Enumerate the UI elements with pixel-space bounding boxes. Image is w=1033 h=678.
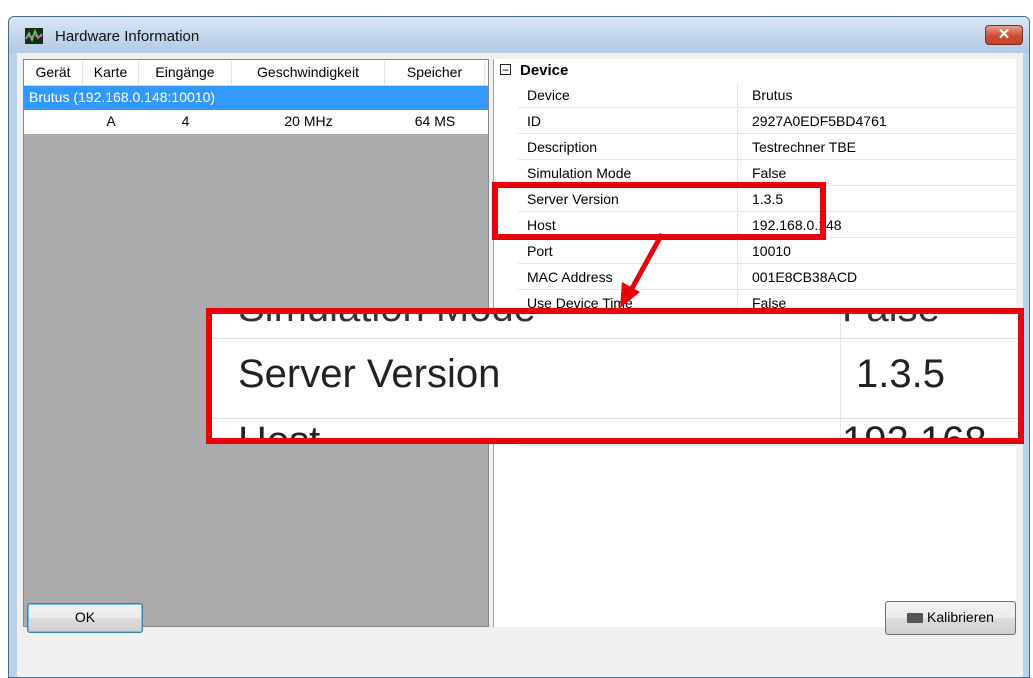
property-row[interactable]: MAC Address 001E8CB38ACD [494,265,1016,291]
device-group-row[interactable]: Brutus (192.168.0.148:10010) [24,86,488,110]
close-icon: ✕ [997,26,1011,43]
category-device[interactable]: − Device [494,59,1016,83]
cell-speicher: 64 MS [414,113,456,129]
highlight-box-server-version [492,182,826,240]
column-header-geraet[interactable]: Gerät [24,60,83,85]
window-title: Hardware Information [55,28,200,45]
property-row[interactable]: Port 10010 [494,239,1016,265]
property-row[interactable]: Description Testrechner TBE [494,135,1016,161]
calibrate-label: Kalibrieren [927,609,994,625]
property-value[interactable]: 001E8CB38ACD [738,265,1016,290]
property-value[interactable]: Testrechner TBE [738,135,1016,160]
property-name: Description [518,135,738,160]
device-list-header: Gerät Karte Eingänge Geschwindigkeit Spe… [24,60,488,86]
column-header-speicher[interactable]: Speicher [385,60,485,85]
zoom-top-name: Simulation Mode [238,308,536,330]
property-value[interactable]: 10010 [738,239,1016,264]
zoom-top-value: False [842,308,940,330]
device-group-label: Brutus (192.168.0.148:10010) [29,89,216,105]
column-header-eingaenge[interactable]: Eingänge [139,60,232,85]
zoom-bottom-name: Host [238,419,321,444]
property-value[interactable]: Brutus [738,83,1016,108]
cell-geschwindigkeit: 20 MHz [284,113,333,129]
zoom-property-name: Server Version [238,352,501,396]
oscilloscope-app-icon [25,28,43,44]
property-name: Port [518,239,738,264]
close-button[interactable]: ✕ [985,25,1023,45]
ok-button[interactable]: OK [27,603,143,633]
property-row[interactable]: Device Brutus [494,83,1016,109]
zoom-divider [840,314,841,438]
zoom-rule [212,338,1018,339]
title-bar[interactable]: Hardware Information ✕ [9,17,1029,53]
calibrate-button[interactable]: Kalibrieren [885,601,1016,635]
cell-karte: A [106,113,116,129]
zoom-property-value: 1.3.5 [856,352,945,396]
property-value[interactable]: 2927A0EDF5BD4761 [738,109,1016,134]
zoom-callout: Simulation Mode False Server Version 1.3… [206,308,1024,444]
category-label: Device [520,62,569,79]
cell-eingaenge: 4 [181,113,190,129]
column-header-geschwindigkeit[interactable]: Geschwindigkeit [232,60,385,85]
calibrate-tool-icon [907,613,924,623]
property-name: Device [518,83,738,108]
column-header-karte[interactable]: Karte [83,60,139,85]
table-row[interactable]: A 4 20 MHz 64 MS [24,110,488,134]
property-name: MAC Address [518,265,738,290]
collapse-toggle-icon[interactable]: − [500,64,511,76]
property-name: ID [518,109,738,134]
property-row[interactable]: ID 2927A0EDF5BD4761 [494,109,1016,135]
zoom-bottom-value: 192.168 [842,419,987,444]
